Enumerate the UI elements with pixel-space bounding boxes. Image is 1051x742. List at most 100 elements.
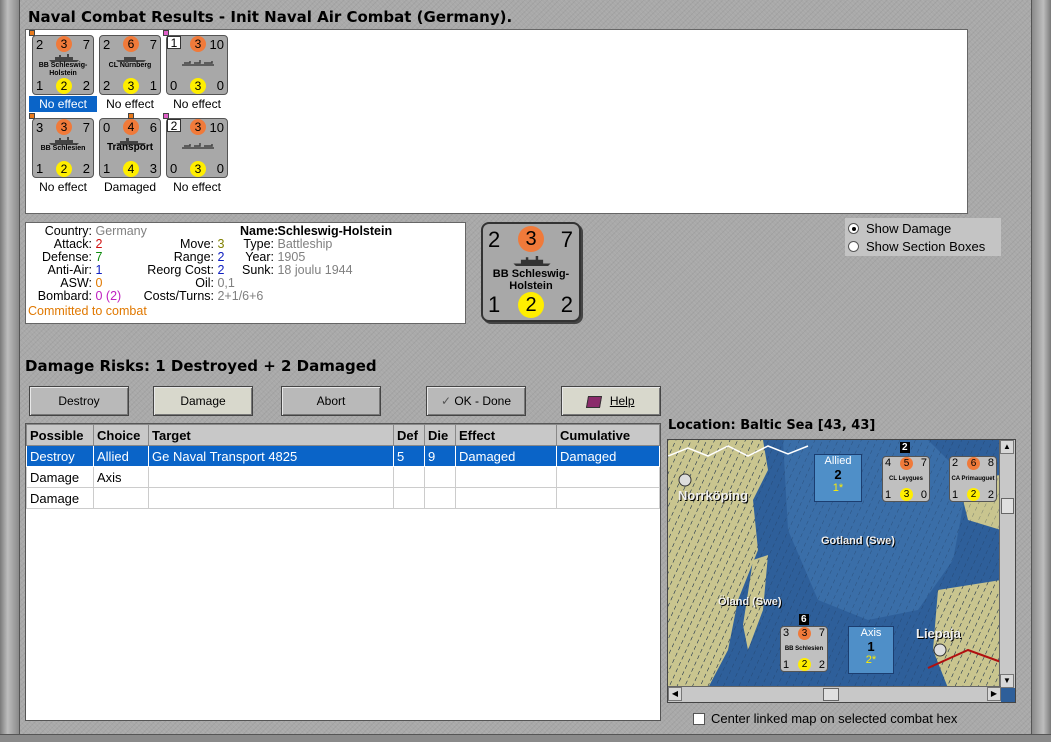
allied-stack-count: 2 bbox=[834, 467, 842, 482]
column-header[interactable]: Choice bbox=[93, 424, 149, 446]
counter-attack: 3 bbox=[36, 120, 44, 135]
scroll-right-icon[interactable]: ▶ bbox=[987, 687, 1001, 701]
cell-def bbox=[393, 487, 425, 509]
unit-slot[interactable]: 1 3 10 0 3 0 No effect bbox=[163, 30, 231, 112]
info-status: Committed to combat bbox=[28, 304, 147, 318]
map-label-norrkoping: Norrköping bbox=[678, 488, 749, 503]
info-attack: Attack: 2 bbox=[53, 237, 103, 251]
unit-slot[interactable]: 2 6 7 CL Nürnberg 2 3 1 No effect bbox=[96, 35, 164, 112]
column-header[interactable]: Cumulative bbox=[556, 424, 660, 446]
counter-bottom-value: 3 bbox=[900, 488, 913, 501]
info-range: Range: 2 bbox=[173, 250, 225, 264]
counter-attack: 3 bbox=[783, 627, 790, 639]
cell-target bbox=[148, 487, 394, 509]
unit-name: BB Schlesien bbox=[40, 145, 86, 152]
table-row[interactable]: Destroy Allied Ge Naval Transport 4825 5… bbox=[26, 445, 660, 467]
unit-counter[interactable]: 3 3 7 BB Schlesien 1 2 2 bbox=[29, 113, 94, 178]
unit-name: BB Schlesien bbox=[784, 646, 824, 652]
axis-stack-title: Axis bbox=[860, 627, 882, 639]
counter-bottom-value: 2 bbox=[967, 488, 980, 501]
cell-choice: Axis bbox=[93, 466, 149, 488]
cell-possible: Damage bbox=[26, 487, 94, 509]
counter-bottom-value: 3 bbox=[123, 78, 139, 94]
counter-attack: 2 bbox=[36, 37, 44, 52]
cell-def bbox=[393, 466, 425, 488]
show-damage-radio[interactable] bbox=[848, 223, 859, 234]
window-frame-right bbox=[1031, 0, 1051, 742]
scroll-left-icon[interactable]: ◀ bbox=[668, 687, 682, 701]
fleet-icon bbox=[182, 143, 214, 149]
counter-top-value: 3 bbox=[518, 226, 544, 252]
map-vertical-scrollbar[interactable]: ▲ ▼ bbox=[999, 440, 1015, 688]
destroy-button[interactable]: Destroy bbox=[29, 386, 129, 416]
cell-choice bbox=[93, 487, 149, 509]
ok-done-button[interactable]: ✓ OK - Done bbox=[426, 386, 526, 416]
table-row[interactable]: Damage Axis bbox=[26, 466, 660, 488]
map-unit-counter[interactable]: 3 3 7 BB Schlesien 1 2 2 bbox=[780, 626, 828, 672]
counter-bottom-left: 1 bbox=[885, 489, 892, 501]
counter-top-value: 3 bbox=[190, 119, 206, 135]
column-header[interactable]: Die bbox=[424, 424, 456, 446]
counter-bottom-right: 1 bbox=[149, 78, 157, 93]
allied-stack-box[interactable]: Allied 2 1* bbox=[814, 454, 862, 502]
info-costs: Costs/Turns: 2+1/6+6 bbox=[143, 289, 264, 303]
show-section-boxes-option[interactable]: Show Section Boxes bbox=[848, 239, 985, 254]
axis-stack-count: 1 bbox=[867, 639, 875, 654]
info-year: Year: 1905 bbox=[245, 250, 306, 264]
axis-stack-box[interactable]: Axis 1 2* bbox=[848, 626, 894, 674]
unit-result: Damaged bbox=[103, 180, 157, 194]
unit-counter[interactable]: 1 3 10 0 3 0 bbox=[163, 30, 228, 95]
scroll-up-icon[interactable]: ▲ bbox=[1000, 440, 1014, 454]
unit-slot[interactable]: 2 3 10 0 3 0 No effect bbox=[163, 113, 231, 195]
unit-counter[interactable]: 0 4 6 Transport 1 4 3 bbox=[99, 113, 161, 178]
unit-slot[interactable]: 2 3 7 BB Schleswig-Holstein 1 2 2 No eff… bbox=[29, 30, 97, 112]
counter-bottom-value: 4 bbox=[123, 161, 139, 177]
map-horizontal-scrollbar[interactable]: ◀ ▶ bbox=[668, 686, 1001, 702]
map-label-oland: Öland (Swe) bbox=[718, 596, 782, 608]
counter-bottom-right: 2 bbox=[82, 161, 90, 176]
horizontal-scroll-thumb[interactable] bbox=[823, 688, 839, 701]
counter-bottom-right: 0 bbox=[216, 78, 224, 93]
center-linked-map-option[interactable]: Center linked map on selected combat hex bbox=[693, 711, 957, 726]
ok-done-label: OK - Done bbox=[454, 394, 512, 408]
selected-unit-counter: 2 3 7 BB Schleswig-Holstein 1 2 2 bbox=[481, 222, 581, 322]
unit-slot[interactable]: 0 4 6 Transport 1 4 3 Damaged bbox=[96, 113, 164, 195]
cell-target: Ge Naval Transport 4825 bbox=[148, 445, 394, 467]
unit-counter[interactable]: 2 3 10 0 3 0 bbox=[163, 113, 228, 178]
column-header[interactable]: Def bbox=[393, 424, 425, 446]
table-row[interactable]: Damage bbox=[26, 487, 660, 509]
unit-name: CA Primauguet bbox=[951, 476, 995, 482]
cell-die bbox=[424, 466, 456, 488]
unit-name: BB Schleswig-Holstein bbox=[38, 62, 88, 77]
show-damage-option[interactable]: Show Damage bbox=[848, 221, 951, 236]
info-reorg: Reorg Cost: 2 bbox=[147, 263, 225, 277]
vertical-scroll-thumb[interactable] bbox=[1001, 498, 1014, 514]
cell-target bbox=[148, 466, 394, 488]
unit-name: CL Leygues bbox=[889, 476, 923, 482]
mini-map[interactable]: Norrköping Gotland (Swe) Öland (Swe) Lie… bbox=[667, 439, 1016, 703]
help-button[interactable]: Help bbox=[561, 386, 661, 416]
abort-button[interactable]: Abort bbox=[281, 386, 381, 416]
cell-cumulative bbox=[556, 487, 660, 509]
counter-bottom-left: 1 bbox=[36, 161, 44, 176]
counter-bottom-value: 2 bbox=[798, 658, 811, 671]
column-header[interactable]: Effect bbox=[455, 424, 557, 446]
info-name: Name: Schleswig-Holstein bbox=[240, 224, 393, 238]
column-header[interactable]: Possible bbox=[26, 424, 94, 446]
map-unit-counter[interactable]: 2 6 8 CA Primauguet 1 2 2 bbox=[949, 456, 997, 502]
show-section-boxes-radio[interactable] bbox=[848, 241, 859, 252]
show-section-boxes-label: Show Section Boxes bbox=[866, 239, 986, 254]
unit-counter[interactable]: 2 6 7 CL Nürnberg 2 3 1 bbox=[99, 35, 161, 95]
counter-bottom-left: 1 bbox=[783, 659, 790, 671]
map-label-gotland: Gotland (Swe) bbox=[821, 535, 895, 547]
damage-button[interactable]: Damage bbox=[153, 386, 253, 416]
unit-slot[interactable]: 3 3 7 BB Schlesien 1 2 2 No effect bbox=[29, 113, 97, 195]
unit-counter[interactable]: 2 3 7 BB Schleswig-Holstein 1 2 2 bbox=[29, 30, 94, 95]
map-unit-counter[interactable]: 4 5 7 CL Leygues 1 3 0 bbox=[882, 456, 930, 502]
center-linked-map-checkbox[interactable] bbox=[693, 712, 705, 725]
scroll-down-icon[interactable]: ▼ bbox=[1000, 674, 1014, 688]
counter-defense: 10 bbox=[209, 120, 224, 135]
allied-stack-title: Allied bbox=[824, 455, 852, 467]
column-header[interactable]: Target bbox=[148, 424, 394, 446]
counter-bottom-value: 3 bbox=[190, 161, 206, 177]
